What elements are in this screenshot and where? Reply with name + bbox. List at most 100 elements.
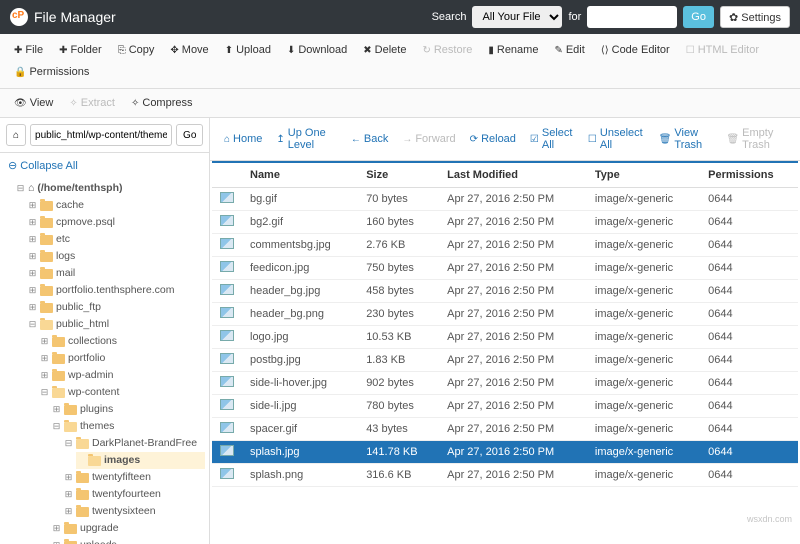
table-row[interactable]: spacer.gif43 bytesApr 27, 2016 2:50 PMim… (212, 418, 798, 441)
folder-icon (52, 371, 65, 381)
file-table: Name Size Last Modified Type Permissions… (212, 163, 798, 487)
table-row[interactable]: header_bg.jpg458 bytesApr 27, 2016 2:50 … (212, 280, 798, 303)
edit-button[interactable]: ✎Edit (548, 40, 590, 60)
view-button[interactable]: 👁View (8, 93, 59, 113)
folder-icon (76, 490, 89, 500)
table-row[interactable]: header_bg.png230 bytesApr 27, 2016 2:50 … (212, 303, 798, 326)
tree-item[interactable]: ⊞cpmove.psql (28, 214, 205, 231)
tree-item[interactable]: ⊞upgrade (52, 520, 205, 537)
table-row[interactable]: feedicon.jpg750 bytesApr 27, 2016 2:50 P… (212, 257, 798, 280)
settings-button[interactable]: ✿ Settings (720, 6, 790, 28)
tree-item-public-html[interactable]: ⊟public_html (28, 316, 205, 333)
up-one-level-button[interactable]: ↥Up One Level (270, 124, 342, 154)
table-row[interactable]: splash.png316.6 KBApr 27, 2016 2:50 PMim… (212, 464, 798, 487)
delete-button[interactable]: ✖Delete (357, 40, 412, 60)
tree-item[interactable]: ⊞twentyfifteen (64, 469, 205, 486)
table-row[interactable]: splash.jpg141.78 KBApr 27, 2016 2:50 PMi… (212, 441, 798, 464)
table-row[interactable]: side-li.jpg780 bytesApr 27, 2016 2:50 PM… (212, 395, 798, 418)
compress-button[interactable]: ✧Compress (125, 93, 199, 113)
folder-icon (64, 524, 77, 534)
folder-icon (76, 507, 89, 517)
new-file-button[interactable]: ✚File (8, 40, 49, 60)
copy-button[interactable]: ⎘Copy (112, 40, 161, 60)
move-button[interactable]: ✥Move (164, 40, 214, 60)
tree-item[interactable]: ⊞logs (28, 248, 205, 265)
empty-trash-button[interactable]: 🗑Empty Trash (720, 124, 792, 154)
tree-item[interactable]: ⊞wp-admin (40, 367, 205, 384)
reload-icon: ⟳ (470, 134, 478, 145)
tree-item[interactable]: ⊞twentyfourteen (64, 486, 205, 503)
download-button[interactable]: ⬇Download (281, 40, 353, 60)
table-row[interactable]: postbg.jpg1.83 KBApr 27, 2016 2:50 PMima… (212, 349, 798, 372)
tree-item[interactable]: ⊞etc (28, 231, 205, 248)
col-modified[interactable]: Last Modified (439, 163, 587, 188)
col-permissions[interactable]: Permissions (700, 163, 798, 188)
tree-item[interactable]: ⊞mail (28, 265, 205, 282)
restore-button[interactable]: ↻Restore (416, 40, 478, 60)
view-trash-button[interactable]: 🗑View Trash (653, 124, 719, 154)
tree-item[interactable]: ⊞public_ftp (28, 299, 205, 316)
reload-button[interactable]: ⟳Reload (464, 130, 522, 148)
search-input[interactable] (587, 6, 677, 28)
home-icon: ⌂ (13, 130, 19, 141)
html-editor-button[interactable]: ☐HTML Editor (680, 40, 765, 60)
watermark: wsxdn.com (747, 514, 792, 524)
search-go-button[interactable]: Go (683, 6, 714, 28)
home-icon: ⌂ (28, 181, 34, 196)
home-button[interactable]: ⌂Home (218, 130, 268, 148)
tree-item[interactable]: ⊞cache (28, 197, 205, 214)
restore-icon: ↻ (422, 45, 430, 56)
tree-root[interactable]: ⊟⌂(/home/tenthsph) (16, 180, 205, 197)
tree-item-images[interactable]: images (76, 452, 205, 469)
tree-item[interactable]: ⊞twentysixteen (64, 503, 205, 520)
col-size[interactable]: Size (358, 163, 439, 188)
collapse-all-link[interactable]: ⊖ Collapse All (0, 153, 209, 178)
image-file-icon (220, 353, 234, 364)
rename-button[interactable]: ▮Rename (482, 40, 544, 60)
tree-item[interactable]: ⊞plugins (52, 401, 205, 418)
folder-open-icon (88, 456, 101, 466)
path-input[interactable] (30, 124, 172, 146)
upload-button[interactable]: ⬆Upload (219, 40, 277, 60)
path-home-button[interactable]: ⌂ (6, 124, 26, 146)
col-type[interactable]: Type (587, 163, 700, 188)
col-name[interactable]: Name (242, 163, 358, 188)
uncheck-icon: ☐ (588, 134, 597, 145)
tree-item[interactable]: ⊞portfolio (40, 350, 205, 367)
folder-icon (40, 286, 53, 296)
plus-icon: ✚ (14, 45, 22, 56)
edit-icon: ✎ (554, 45, 562, 56)
tree-item[interactable]: ⊞uploads (52, 537, 205, 544)
eye-icon: 👁 (14, 98, 27, 109)
permissions-button[interactable]: 🔒Permissions (8, 62, 95, 82)
unselect-all-button[interactable]: ☐Unselect All (582, 124, 649, 154)
search-scope-select[interactable]: All Your Files (472, 6, 562, 28)
tree-item[interactable]: ⊞collections (40, 333, 205, 350)
back-button[interactable]: ←Back (345, 130, 394, 148)
table-row[interactable]: commentsbg.jpg2.76 KBApr 27, 2016 2:50 P… (212, 234, 798, 257)
tree-item-darkplanet[interactable]: ⊟DarkPlanet-BrandFree (64, 435, 205, 452)
top-bar: File Manager Search All Your Files for G… (0, 0, 800, 34)
forward-button[interactable]: →Forward (396, 130, 461, 148)
move-icon: ✥ (170, 45, 178, 56)
table-row[interactable]: bg.gif70 bytesApr 27, 2016 2:50 PMimage/… (212, 188, 798, 211)
tree-item[interactable]: ⊞portfolio.tenthsphere.com (28, 282, 205, 299)
back-icon: ← (351, 134, 361, 145)
table-row[interactable]: bg2.gif160 bytesApr 27, 2016 2:50 PMimag… (212, 211, 798, 234)
search-for-label: for (568, 11, 581, 23)
table-row[interactable]: logo.jpg10.53 KBApr 27, 2016 2:50 PMimag… (212, 326, 798, 349)
table-row[interactable]: side-li-hover.jpg902 bytesApr 27, 2016 2… (212, 372, 798, 395)
tree-item-themes[interactable]: ⊟themes (52, 418, 205, 435)
select-all-button[interactable]: ☑Select All (524, 124, 580, 154)
tree-item-wp-content[interactable]: ⊟wp-content (40, 384, 205, 401)
path-go-button[interactable]: Go (176, 124, 203, 146)
image-file-icon (220, 445, 234, 456)
folder-tree: ⊟⌂(/home/tenthsph) ⊞cache⊞cpmove.psql⊞et… (0, 178, 209, 544)
folder-open-icon (76, 439, 89, 449)
image-file-icon (220, 468, 234, 479)
trash-icon: 🗑 (726, 134, 739, 145)
extract-button[interactable]: ✧Extract (63, 93, 121, 113)
trash-icon: 🗑 (659, 134, 672, 145)
code-editor-button[interactable]: ⟨⟩Code Editor (595, 40, 676, 60)
new-folder-button[interactable]: ✚Folder (53, 40, 108, 60)
